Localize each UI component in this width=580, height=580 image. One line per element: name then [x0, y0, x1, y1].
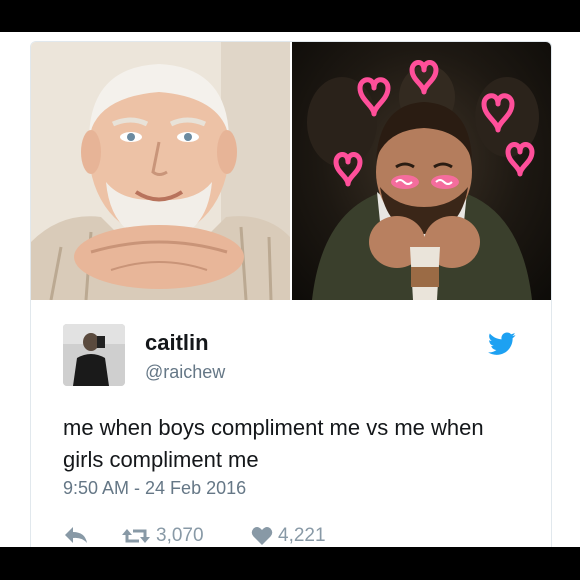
man-illustration	[31, 42, 290, 300]
like-button[interactable]: 4,221	[251, 525, 326, 547]
reply-button[interactable]	[63, 525, 89, 545]
avatar[interactable]	[63, 324, 125, 386]
tweet-text: me when boys compliment me vs me when gi…	[63, 415, 484, 472]
top-letterbox-bar	[0, 0, 580, 32]
retweet-button[interactable]: 3,070	[121, 525, 204, 547]
photo-man-smiling[interactable]	[31, 42, 290, 300]
reply-icon	[65, 527, 87, 543]
blushing-man-illustration	[307, 60, 539, 300]
heart-icon	[251, 527, 273, 545]
tweet-card[interactable]: caitlin @raichew me when boys compliment…	[30, 41, 552, 547]
twitter-bird-icon[interactable]	[488, 332, 516, 356]
tweet-media	[31, 42, 551, 300]
retweet-icon	[122, 529, 150, 543]
display-name[interactable]: caitlin	[145, 330, 209, 356]
tweet-body: caitlin @raichew me when boys compliment…	[31, 300, 551, 547]
image-canvas: caitlin @raichew me when boys compliment…	[0, 32, 580, 547]
retweet-count: 3,070	[156, 525, 204, 546]
bottom-letterbox-bar	[0, 547, 580, 580]
photo-man-blushing[interactable]	[292, 42, 551, 300]
avatar-photo	[63, 324, 125, 386]
user-handle[interactable]: @raichew	[145, 362, 225, 383]
like-count: 4,221	[278, 525, 326, 546]
tweet-timestamp[interactable]: 9:50 AM - 24 Feb 2016	[63, 478, 246, 499]
